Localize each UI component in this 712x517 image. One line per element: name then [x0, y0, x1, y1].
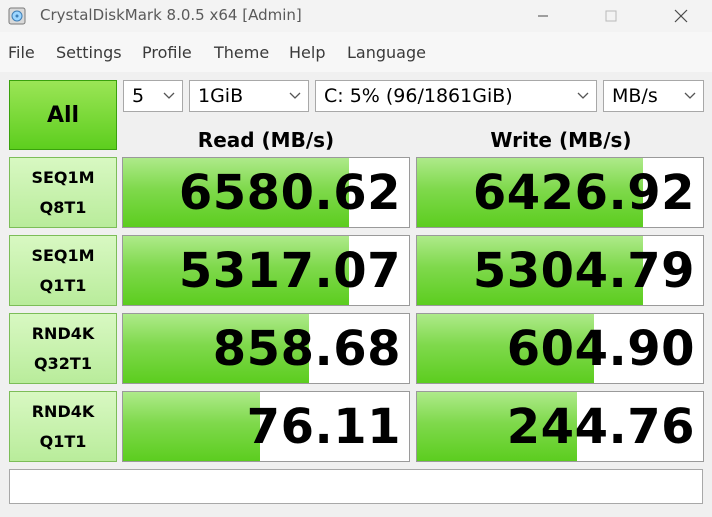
- chevron-down-icon: [289, 92, 301, 99]
- test-size-value: 1GiB: [198, 85, 244, 107]
- test-button-seq1m-q8t1[interactable]: SEQ1M Q8T1: [9, 157, 117, 228]
- test-button-rnd4k-q32t1[interactable]: RND4K Q32T1: [9, 313, 117, 384]
- write-result-seq1m-q8t1: 6426.92: [416, 157, 704, 228]
- test-queue-label: Q1T1: [39, 431, 87, 451]
- read-result-seq1m-q1t1: 5317.07: [122, 235, 410, 306]
- write-value: 604.90: [506, 321, 695, 377]
- test-size-select[interactable]: 1GiB: [189, 80, 309, 112]
- title-bar: CrystalDiskMark 8.0.5 x64 [Admin]: [0, 0, 712, 32]
- write-result-rnd4k-q32t1: 604.90: [416, 313, 704, 384]
- read-value: 5317.07: [178, 243, 401, 299]
- test-count-value: 5: [132, 85, 145, 107]
- close-button[interactable]: [658, 0, 704, 32]
- unit-value: MB/s: [612, 85, 658, 107]
- menu-profile[interactable]: Profile: [142, 43, 192, 62]
- test-type-label: RND4K: [31, 401, 95, 421]
- unit-select[interactable]: MB/s: [603, 80, 704, 112]
- menu-file[interactable]: File: [8, 43, 35, 62]
- menu-language[interactable]: Language: [347, 43, 426, 62]
- chevron-down-icon: [577, 92, 589, 99]
- read-value: 76.11: [246, 399, 401, 455]
- read-result-rnd4k-q1t1: 76.11: [122, 391, 410, 462]
- chevron-down-icon: [163, 92, 175, 99]
- test-queue-label: Q1T1: [39, 275, 87, 295]
- minimize-button[interactable]: [520, 0, 566, 32]
- test-queue-label: Q8T1: [39, 197, 87, 217]
- app-icon: [8, 7, 26, 25]
- chevron-down-icon: [684, 92, 696, 99]
- read-bar: [123, 392, 261, 461]
- test-type-label: RND4K: [31, 323, 95, 343]
- menu-settings[interactable]: Settings: [56, 43, 122, 62]
- maximize-icon: [605, 10, 617, 22]
- minimize-icon: [538, 15, 548, 17]
- menu-theme[interactable]: Theme: [214, 43, 269, 62]
- close-icon: [674, 9, 688, 23]
- write-value: 5304.79: [472, 243, 695, 299]
- write-value: 6426.92: [472, 165, 695, 221]
- test-type-label: SEQ1M: [31, 167, 95, 187]
- read-value: 858.68: [212, 321, 401, 377]
- drive-select[interactable]: C: 5% (96/1861GiB): [315, 80, 597, 112]
- benchmark-panel: All 5 1GiB C: 5% (96/1861GiB) MB/s Read …: [0, 72, 712, 517]
- window-title: CrystalDiskMark 8.0.5 x64 [Admin]: [40, 6, 302, 24]
- test-queue-label: Q32T1: [34, 353, 92, 373]
- write-result-rnd4k-q1t1: 244.76: [416, 391, 704, 462]
- test-button-seq1m-q1t1[interactable]: SEQ1M Q1T1: [9, 235, 117, 306]
- write-value: 244.76: [506, 399, 695, 455]
- menu-bar: File Settings Profile Theme Help Languag…: [0, 32, 712, 72]
- read-result-rnd4k-q32t1: 858.68: [122, 313, 410, 384]
- test-type-label: SEQ1M: [31, 245, 95, 265]
- run-all-button[interactable]: All: [9, 80, 117, 150]
- read-value: 6580.62: [178, 165, 401, 221]
- write-result-seq1m-q1t1: 5304.79: [416, 235, 704, 306]
- maximize-button[interactable]: [588, 0, 634, 32]
- comment-input[interactable]: [9, 469, 703, 504]
- read-result-seq1m-q8t1: 6580.62: [122, 157, 410, 228]
- drive-value: C: 5% (96/1861GiB): [324, 85, 513, 107]
- test-button-rnd4k-q1t1[interactable]: RND4K Q1T1: [9, 391, 117, 462]
- menu-help[interactable]: Help: [289, 43, 325, 62]
- test-count-select[interactable]: 5: [123, 80, 183, 112]
- write-column-header: Write (MB/s): [490, 128, 632, 152]
- read-column-header: Read (MB/s): [197, 128, 335, 152]
